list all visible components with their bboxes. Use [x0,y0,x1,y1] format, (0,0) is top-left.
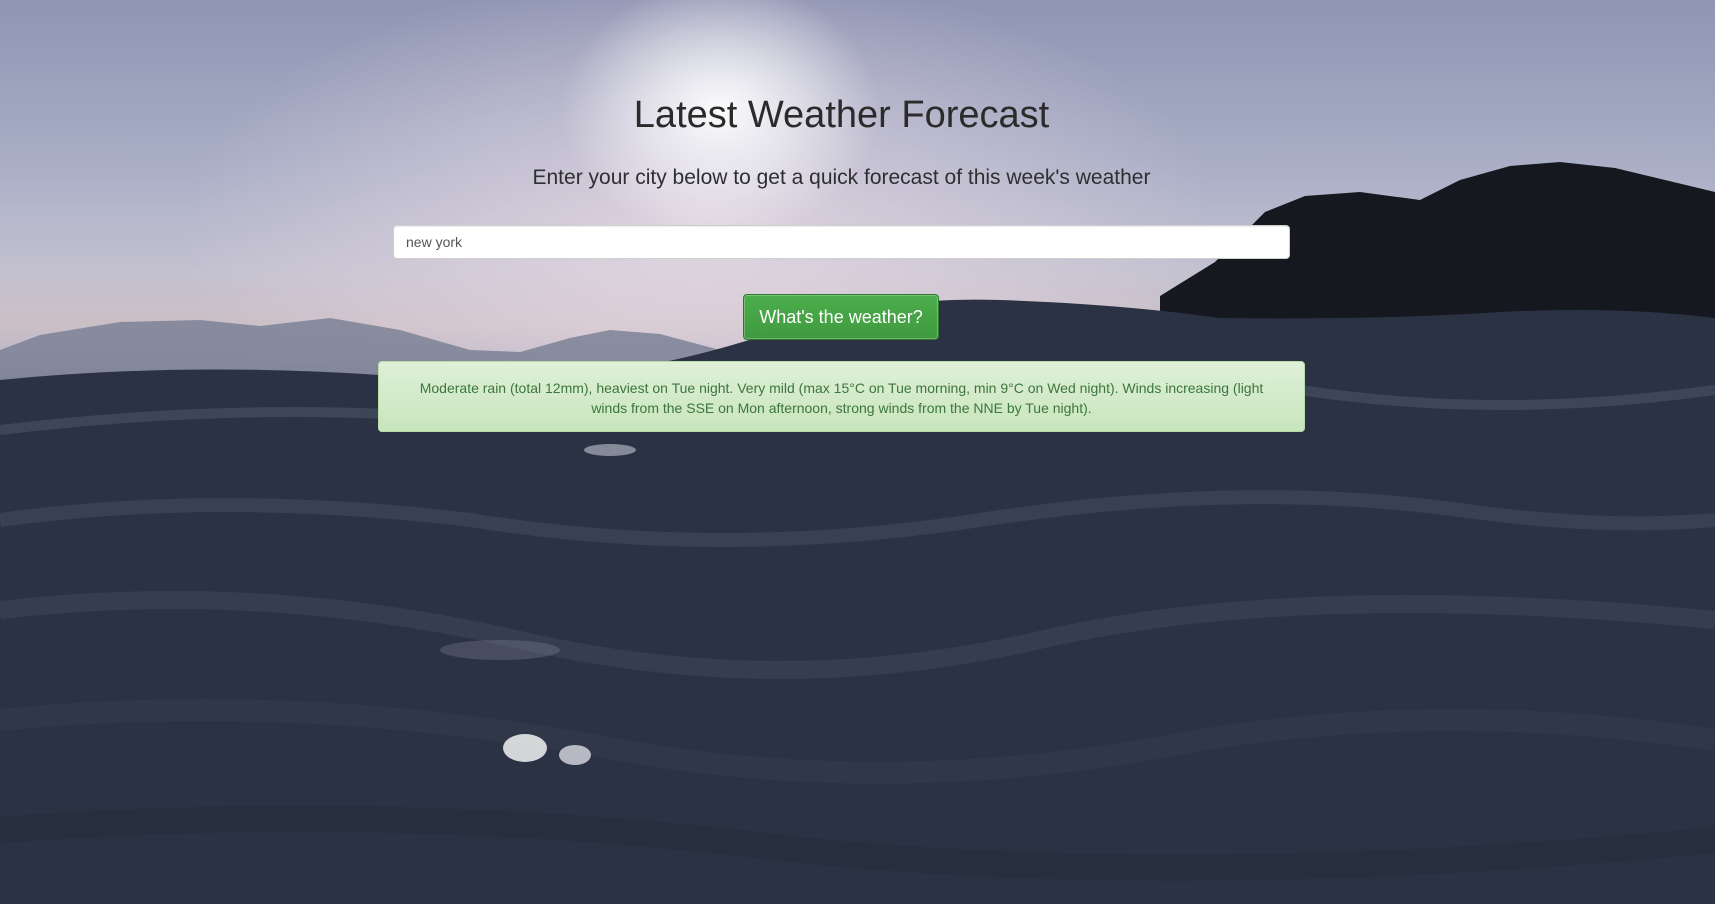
forecast-result-alert: Moderate rain (total 12mm), heaviest on … [378,361,1305,432]
city-search-input[interactable] [393,225,1290,259]
page-title: Latest Weather Forecast [633,94,1050,136]
page-subtitle: Enter your city below to get a quick for… [532,166,1151,189]
main-container: Latest Weather Forecast Enter your city … [0,0,1715,904]
get-weather-button[interactable]: What's the weather? [743,294,939,340]
forecast-result-text: Moderate rain (total 12mm), heaviest on … [419,380,1264,416]
